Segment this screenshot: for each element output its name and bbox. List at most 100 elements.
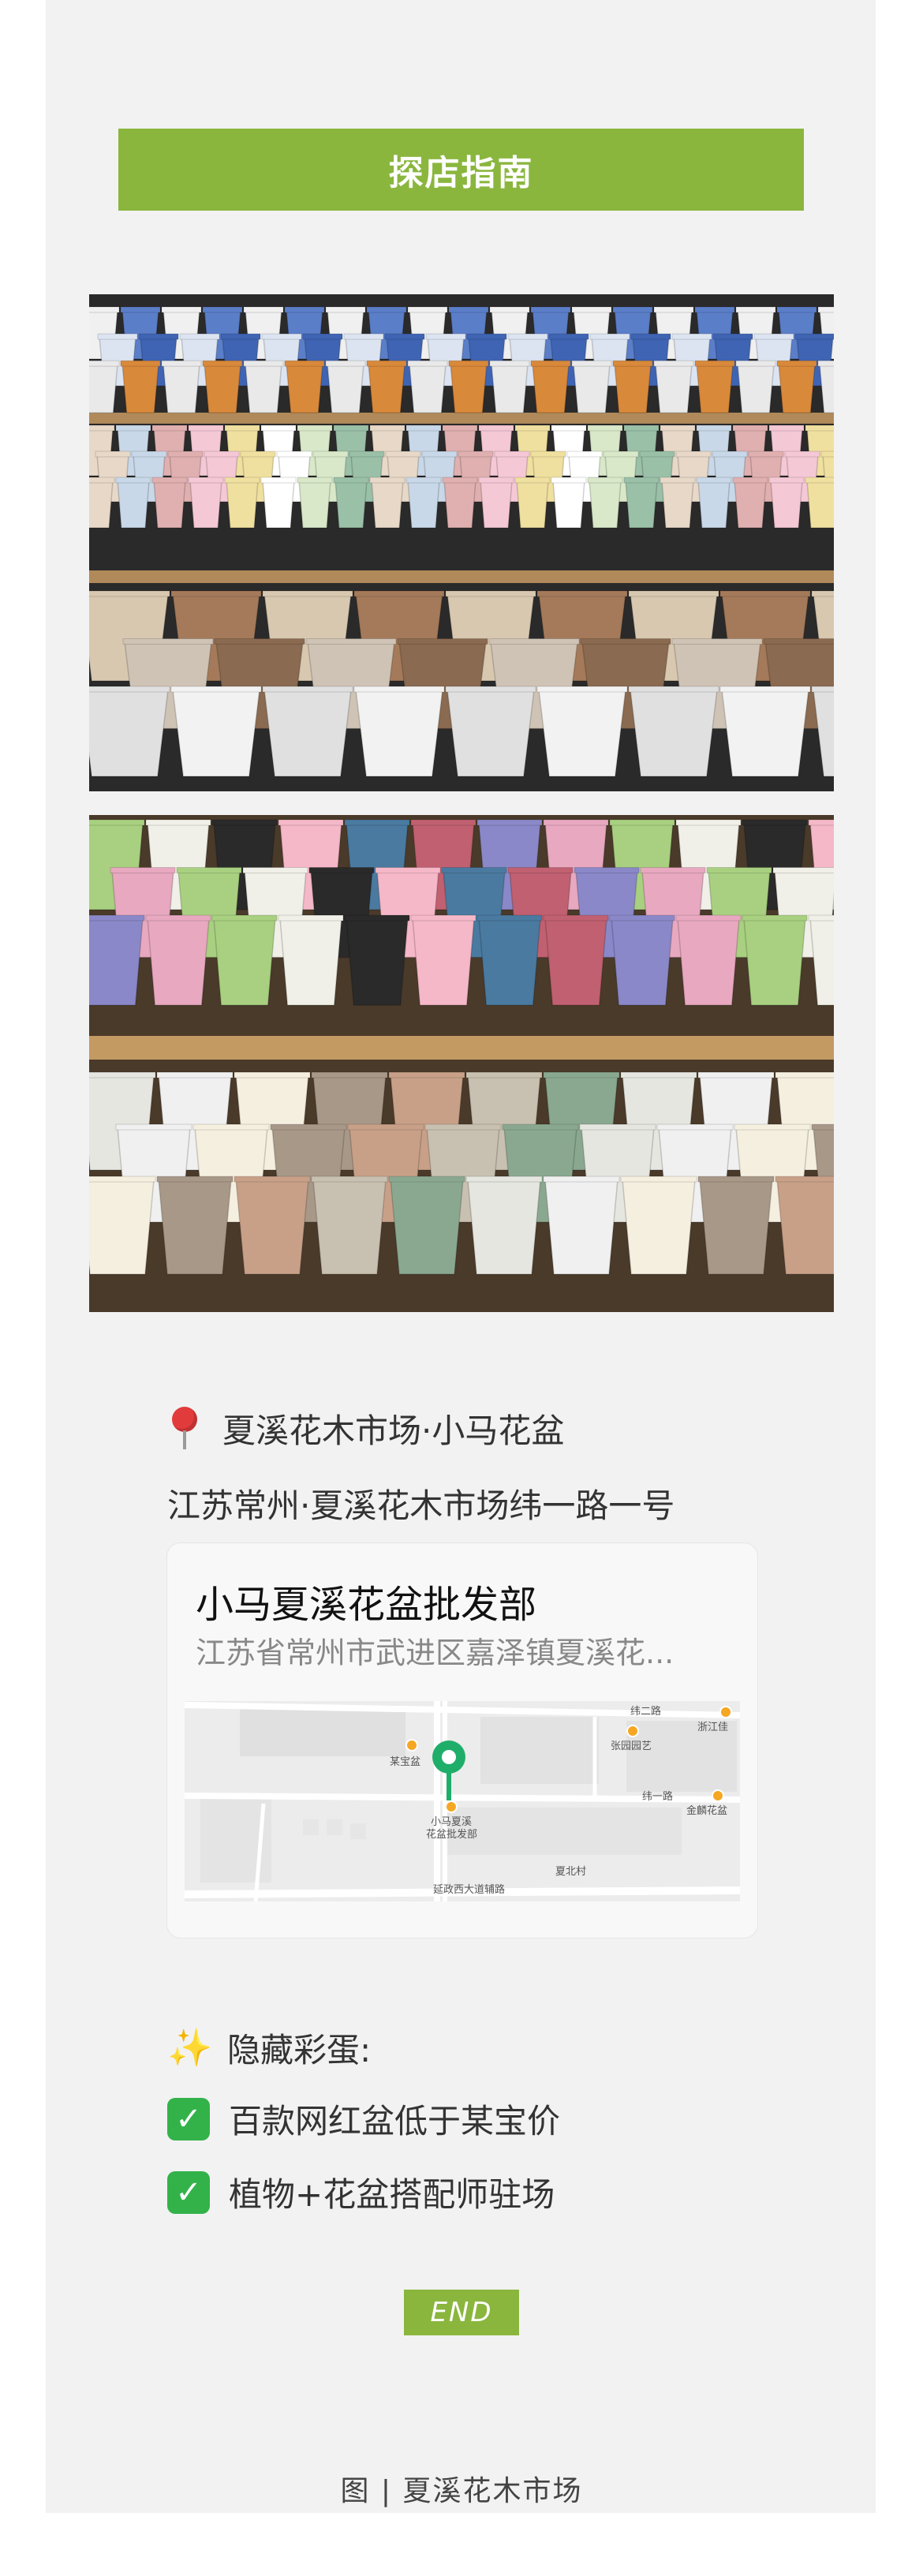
map-thumbnail[interactable]: 纬二路 纬一路 延政西大道辅路 某宝盆 张园园艺 浙江佳 金麟花盆 夏北村 小马… xyxy=(185,1701,740,1901)
location-name-line: 夏溪花木市场·小马花盆 xyxy=(167,1404,564,1453)
pot-shape xyxy=(346,918,409,1006)
pot-shape xyxy=(327,363,364,413)
pot-rim xyxy=(448,306,489,313)
map-poi-label: 张园园艺 xyxy=(611,1740,652,1752)
pot-rim xyxy=(445,686,536,693)
pot-rim xyxy=(696,424,732,432)
pot-shape xyxy=(467,1179,541,1275)
pot-rim xyxy=(156,1071,234,1079)
pot-rim xyxy=(551,477,587,484)
pot-rim xyxy=(628,686,719,693)
pot-shape xyxy=(412,918,475,1006)
pot-rim xyxy=(811,1123,834,1131)
pot-rim xyxy=(145,914,211,922)
pot-rim xyxy=(775,1071,834,1079)
map-location-marker-icon xyxy=(432,1740,465,1800)
pot-rim xyxy=(369,424,405,432)
pot-rim xyxy=(530,360,571,367)
pot-shape xyxy=(532,363,570,413)
pots-photo-1 xyxy=(89,294,834,791)
pot-rim xyxy=(151,424,188,432)
pot-shape xyxy=(480,480,513,529)
pot-rim xyxy=(566,451,603,458)
pot-rim xyxy=(161,360,202,367)
pot-rim xyxy=(156,1176,234,1183)
pot-rim xyxy=(732,424,768,432)
pot-rim xyxy=(551,424,587,432)
pot-rim xyxy=(768,424,805,432)
pot-rim xyxy=(580,638,671,645)
pot-rim xyxy=(375,867,441,873)
pot-rim xyxy=(405,424,442,432)
pot-rim xyxy=(261,333,302,340)
map-poi-dot xyxy=(712,1789,724,1802)
pot-shape xyxy=(245,363,282,413)
pot-rim xyxy=(161,306,202,313)
pot-rim xyxy=(308,867,375,873)
easter-egg-title: 隐藏彩蛋: xyxy=(227,2031,372,2069)
pot-rim xyxy=(489,306,530,313)
pot-rim xyxy=(188,424,224,432)
pot-rim xyxy=(89,306,120,313)
pot-rim xyxy=(344,914,410,922)
pot-rim xyxy=(734,1123,811,1131)
pot-rim xyxy=(242,867,308,873)
pot-rim xyxy=(366,306,407,313)
pot-rim xyxy=(353,686,445,693)
pot-shape xyxy=(806,480,834,529)
pot-rim xyxy=(333,477,369,484)
pot-rim xyxy=(712,333,753,340)
pot-rim xyxy=(543,1071,620,1079)
map-road-label: 纬一路 xyxy=(642,1791,674,1803)
pot-rim xyxy=(660,477,696,484)
pot-rim xyxy=(145,819,211,826)
pot-rim xyxy=(260,477,297,484)
pot-shape xyxy=(544,918,607,1006)
pot-rim xyxy=(660,424,696,432)
pot-shape xyxy=(89,363,118,413)
pot-rim xyxy=(694,306,735,313)
pot-rim xyxy=(623,424,660,432)
pot-shape xyxy=(334,480,368,529)
pot-rim xyxy=(489,360,530,367)
pot-rim xyxy=(262,686,353,693)
pot-rim xyxy=(706,867,772,873)
pot-rim xyxy=(243,360,284,367)
pot-rim xyxy=(775,1176,834,1183)
map-poi-dot xyxy=(445,1800,458,1813)
pot-rim xyxy=(712,451,748,458)
pot-rim xyxy=(384,333,425,340)
pot-rim xyxy=(571,306,612,313)
pot-rim xyxy=(620,1176,697,1183)
pot-rim xyxy=(502,1123,579,1131)
pot-rim xyxy=(735,306,776,313)
map-card-address: 江苏省常州市武进区嘉泽镇夏溪花... xyxy=(196,1636,674,1670)
pot-shape xyxy=(721,689,809,777)
pot-rim xyxy=(115,477,151,484)
pot-rim xyxy=(574,867,640,873)
pot-rim xyxy=(202,360,243,367)
end-label: END xyxy=(430,2297,493,2328)
pot-rim xyxy=(536,686,628,693)
pot-rim xyxy=(494,451,530,458)
pot-shape xyxy=(368,363,405,413)
pot-rim xyxy=(735,360,776,367)
end-badge: END xyxy=(404,2290,519,2335)
map-road-label: 延政西大道辅路 xyxy=(433,1884,506,1896)
pot-rim xyxy=(448,360,489,367)
pot-rim xyxy=(628,590,719,597)
easter-egg-item: ✓ 百款网红盆低于某宝价 xyxy=(167,2095,560,2143)
pot-rim xyxy=(284,360,325,367)
pot-shape xyxy=(776,1179,834,1275)
pot-shape xyxy=(153,480,186,529)
pot-rim xyxy=(311,1176,388,1183)
pot-rim xyxy=(742,819,808,826)
pot-rim xyxy=(675,451,712,458)
pot-rim xyxy=(188,477,224,484)
pot-rim xyxy=(811,590,834,597)
pot-rim xyxy=(640,867,706,873)
pot-rim xyxy=(478,477,514,484)
map-card[interactable]: 小马夏溪花盆批发部 江苏省常州市武进区嘉泽镇夏溪花... 纬二路 纬一路 延政西… xyxy=(166,1542,758,1939)
pot-rim xyxy=(407,306,448,313)
pot-rim xyxy=(808,914,834,922)
